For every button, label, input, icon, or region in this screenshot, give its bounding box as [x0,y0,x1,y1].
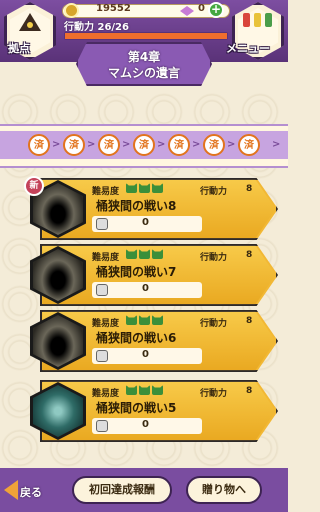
reward-item-icon [96,420,108,432]
difficulty-label: 難易度 [92,389,120,399]
reward-box: 0 [92,282,202,298]
progress-arrow-icon: > [87,139,96,150]
money-value: 19552 [96,3,131,14]
stage-name: 桶狭間の戦い8 [96,199,177,213]
progress-scroll-arrow-icon[interactable]: > [272,139,280,150]
reward-item-icon [96,218,108,230]
reward-box: 0 [92,418,202,434]
reward-box: 0 [92,216,202,232]
ap-value: 8 [246,386,253,396]
reward-value: 0 [142,419,149,430]
stage-thumbnail-image [33,249,83,301]
progress-arrow-icon: > [192,139,201,150]
ap-label: 行動力 [200,187,228,197]
stage-cleared-badge[interactable]: 済 [133,134,155,156]
coin-icon [64,3,79,18]
menu-icon-bar-1 [243,13,250,27]
stage-card[interactable]: 難易度 行動力 8 桶狭間の戦い5 0 [0,380,288,442]
reward-value: 0 [142,217,149,228]
back-button-label: 戻る [20,486,42,499]
reward-item-icon [96,350,108,362]
chapter-number: 第4章 [127,50,161,64]
stamina-meter: 行動力 26/26 [62,18,230,42]
difficulty-label: 難易度 [92,319,120,329]
menu-icon-bar-2 [254,13,261,27]
difficulty-label: 難易度 [92,253,120,263]
gift-box-button[interactable]: 贈り物へ [186,476,262,504]
stage-cleared-badge[interactable]: 済 [203,134,225,156]
menu-icon-bar-3 [265,13,272,27]
ap-label: 行動力 [200,389,228,399]
ap-value: 8 [246,184,253,194]
stage-card[interactable]: 難易度 行動力 8 桶狭間の戦い7 0 [0,244,288,306]
stage-cleared-badge[interactable]: 済 [28,134,50,156]
stage-name: 桶狭間の戦い6 [96,331,177,345]
stage-cleared-badge[interactable]: 済 [238,134,260,156]
menu-icon [243,13,273,29]
stage-card[interactable]: 難易度 行動力 8 桶狭間の戦い8 0 新 [0,176,288,240]
stage-name: 桶狭間の戦い7 [96,265,177,279]
stage-card[interactable]: 難易度 行動力 8 桶狭間の戦い6 0 [0,310,288,372]
progress-arrow-icon: > [157,139,166,150]
base-icon-eye [27,22,33,28]
reward-box: 0 [92,348,202,364]
progress-arrow-icon: > [122,139,131,150]
gem-value: 0 [198,3,205,14]
reward-value: 0 [142,283,149,294]
back-button[interactable]: 戻る [4,478,52,504]
ap-value: 8 [246,250,253,260]
new-stage-badge: 新 [24,176,44,196]
reward-item-icon [96,284,108,296]
ap-label: 行動力 [200,319,228,329]
stage-thumbnail-image [33,385,83,437]
progress-arrow-icon: > [52,139,61,150]
stage-name: 桶狭間の戦い5 [96,401,177,415]
ap-value: 8 [246,316,253,326]
difficulty-label: 難易度 [92,187,120,197]
stage-cleared-badge[interactable]: 済 [168,134,190,156]
stamina-bar-fill [65,33,227,39]
chapter-title: マムシの遺言 [107,66,180,80]
stamina-label: 行動力 26/26 [64,18,129,33]
stamina-bar [64,32,228,40]
back-arrow-icon [4,480,18,500]
add-gems-button[interactable]: + [208,2,224,18]
stage-cleared-badge[interactable]: 済 [98,134,120,156]
reward-value: 0 [142,349,149,360]
stage-thumbnail-image [33,315,83,367]
stage-cleared-badge[interactable]: 済 [63,134,85,156]
progress-arrow-icon: > [227,139,236,150]
first-clear-reward-button[interactable]: 初回達成報酬 [72,476,172,504]
ap-label: 行動力 [200,253,228,263]
